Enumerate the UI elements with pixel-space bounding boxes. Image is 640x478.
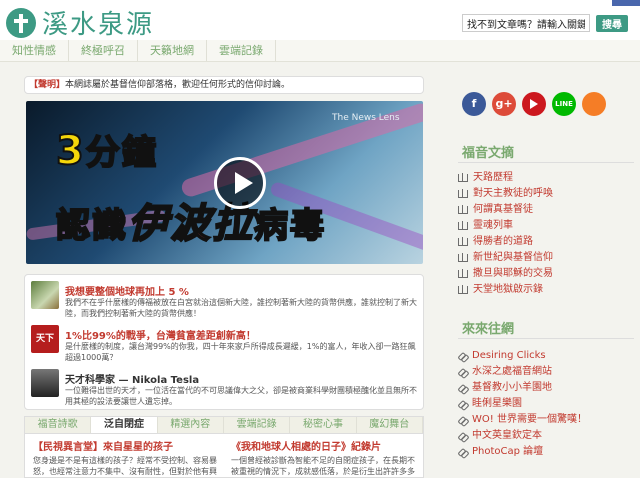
social-links: f g+ LINE <box>462 92 612 116</box>
video-player[interactable]: The News Lens 3分鐘 認識伊波拉病毒 <box>26 101 423 264</box>
notice-tag: 【聲明】 <box>29 80 66 90</box>
tab-cloud-records[interactable]: 雲端記錄 <box>224 417 291 433</box>
book-icon <box>458 253 468 262</box>
post-thumbnail: 天下 <box>31 325 59 353</box>
site-logo[interactable]: 溪水泉源 <box>6 4 154 41</box>
tab-panel: 【民視異言堂】來自星星的孩子 您身邊是不是有這樣的孩子？經常不受控制、容易暴怒，… <box>24 434 424 478</box>
link-icon <box>458 352 467 361</box>
link-icon <box>458 384 467 393</box>
tab-autism[interactable]: 泛自閉症 <box>91 417 158 433</box>
gospel-item[interactable]: 天堂地獄啟示錄 <box>458 282 553 298</box>
list-item[interactable]: 天下 1%比99%的戰爭，台灣貧富差距創新高！ 是什麼樣的制度，讓台灣99%的你… <box>31 323 419 363</box>
tab-secrets[interactable]: 秘密心事 <box>290 417 357 433</box>
gospel-item[interactable]: 得勝者的道路 <box>458 234 553 250</box>
tab-panel-desc: 您身邊是不是有這樣的孩子？經常不受控制、容易暴怒，也經常注意力不集中、沒有耐性，… <box>33 456 217 476</box>
gospel-item[interactable]: 撒旦與耶穌的交易 <box>458 266 553 282</box>
gospel-item[interactable]: 天路歷程 <box>458 170 553 186</box>
divider <box>458 338 634 339</box>
search-button[interactable]: 搜尋 <box>596 14 628 32</box>
link-icon <box>458 432 467 441</box>
gospel-item[interactable]: 靈魂列車 <box>458 218 553 234</box>
search-input[interactable] <box>462 14 590 32</box>
link-icon <box>458 416 467 425</box>
book-icon <box>458 189 468 198</box>
link-icon <box>458 368 467 377</box>
google-plus-icon[interactable]: g+ <box>492 92 516 116</box>
tab-gospel-songs[interactable]: 福音詩歌 <box>25 417 92 433</box>
site-name: 溪水泉源 <box>42 10 155 40</box>
post-desc: 是什麼樣的制度，讓台灣99%的你我，四十年來家戶所得成長遲緩，1%的富人，年收入… <box>65 342 416 362</box>
youtube-icon[interactable] <box>522 92 546 116</box>
post-title[interactable]: 1%比99%的戰爭，台灣貧富差距創新高！ <box>65 327 256 342</box>
nav-item-knowledge[interactable]: 知性情感 <box>0 40 69 61</box>
gospel-item[interactable]: 何謂真基督徒 <box>458 202 553 218</box>
nav-item-network[interactable]: 天籟地網 <box>138 40 207 61</box>
divider <box>458 162 634 163</box>
list-item[interactable]: 天才科學家 — Nikola Tesla 一位難得出世的天才，一位活在當代的不可… <box>31 367 419 407</box>
link-icon <box>458 400 467 409</box>
post-desc: 一位難得出世的天才，一位活在當代的不可思議偉大之父，卻是被商業科學財團積極醜化並… <box>65 386 417 406</box>
featured-posts: 我想要整個地球再加上 5 % 我們不在乎什麼樣的傳福被放在白宮就治這個新大陸，誰… <box>24 274 424 410</box>
post-thumbnail <box>31 369 59 397</box>
search-bar: 搜尋 <box>462 14 628 32</box>
gospel-list: 天路歷程 對天主教徒的呼喚 何謂真基督徒 靈魂列車 得勝者的道路 新世紀與基督信… <box>458 170 553 298</box>
tab-featured[interactable]: 精選內容 <box>158 417 224 433</box>
book-icon <box>458 221 468 230</box>
video-source: The News Lens <box>332 113 400 123</box>
link-item[interactable]: 眭俐星樂園 <box>458 396 587 412</box>
book-icon <box>458 285 468 294</box>
sidebar-links-title: 來來往網 <box>462 322 515 337</box>
tab-panel-desc: 一個曾經被診斷為智能不足的自閉症孩子，在長期不被重視的情況下，成就感低落，於是衍… <box>231 456 415 476</box>
notice-bar: 【聲明】本網誌屬於基督信仰部落格，歡迎任何形式的信仰討論。 <box>24 76 424 94</box>
gospel-item[interactable]: 對天主教徒的呼喚 <box>458 186 553 202</box>
line-icon[interactable]: LINE <box>552 92 576 116</box>
list-item[interactable]: 我想要整個地球再加上 5 % 我們不在乎什麼樣的傳福被放在白宮就治這個新大陸，誰… <box>31 279 419 319</box>
tab-magic-stage[interactable]: 魔幻舞台 <box>357 417 423 433</box>
link-item[interactable]: PhotoCap 論壇 <box>458 444 587 460</box>
link-item[interactable]: 水深之處福音網站 <box>458 364 587 380</box>
tab-panel-item[interactable]: 《我和地球人相處的日子》紀錄片 一個曾經被診斷為智能不足的自閉症孩子，在長期不被… <box>231 438 421 478</box>
post-title[interactable]: 天才科學家 — Nikola Tesla <box>65 371 199 386</box>
link-item[interactable]: 基督教小小羊園地 <box>458 380 587 396</box>
link-item[interactable]: WO! 世界需要一個驚嘆！ <box>458 412 587 428</box>
main-nav: 知性情感 終極呼召 天籟地網 雲端記錄 <box>0 40 640 62</box>
gospel-item[interactable]: 新世紀與基督信仰 <box>458 250 553 266</box>
post-thumbnail <box>31 281 59 309</box>
link-item[interactable]: 中文英皇欽定本 <box>458 428 587 444</box>
play-icon[interactable] <box>214 157 266 209</box>
links-list: Desiring Clicks 水深之處福音網站 基督教小小羊園地 眭俐星樂園 … <box>458 348 587 460</box>
blogger-icon[interactable] <box>582 92 606 116</box>
site-header: 溪水泉源 搜尋 <box>0 0 640 40</box>
nav-item-cloud[interactable]: 雲端記錄 <box>207 40 276 61</box>
link-icon <box>458 448 467 457</box>
facebook-tab[interactable] <box>612 0 640 6</box>
sidebar-gospel-title: 福音文摘 <box>462 146 515 161</box>
link-item[interactable]: Desiring Clicks <box>458 348 587 364</box>
post-title[interactable]: 我想要整個地球再加上 5 % <box>65 283 189 298</box>
notice-text: 本網誌屬於基督信仰部落格，歡迎任何形式的信仰討論。 <box>65 80 291 90</box>
book-icon <box>458 205 468 214</box>
book-icon <box>458 173 468 182</box>
book-icon <box>458 237 468 246</box>
post-desc: 我們不在乎什麼樣的傳福被放在白宮就治這個新大陸，誰控制著新大陸的貨幣供應，誰就控… <box>65 298 417 318</box>
page: 溪水泉源 搜尋 知性情感 終極呼召 天籟地網 雲端記錄 【聲明】本網誌屬於基督信… <box>0 0 640 478</box>
category-tabs: 福音詩歌 泛自閉症 精選內容 雲端記錄 秘密心事 魔幻舞台 <box>24 416 424 434</box>
cross-logo-icon <box>6 7 36 38</box>
facebook-icon[interactable]: f <box>462 92 486 116</box>
book-icon <box>458 269 468 278</box>
tab-panel-title[interactable]: 《我和地球人相處的日子》紀錄片 <box>231 438 421 453</box>
tab-panel-item[interactable]: 【民視異言堂】來自星星的孩子 您身邊是不是有這樣的孩子？經常不受控制、容易暴怒，… <box>33 438 223 478</box>
nav-item-calling[interactable]: 終極呼召 <box>69 40 138 61</box>
video-title-line1: 3分鐘 <box>55 127 158 175</box>
tab-panel-title[interactable]: 【民視異言堂】來自星星的孩子 <box>33 438 223 453</box>
video-title-line2: 認識伊波拉病毒 <box>55 200 326 248</box>
